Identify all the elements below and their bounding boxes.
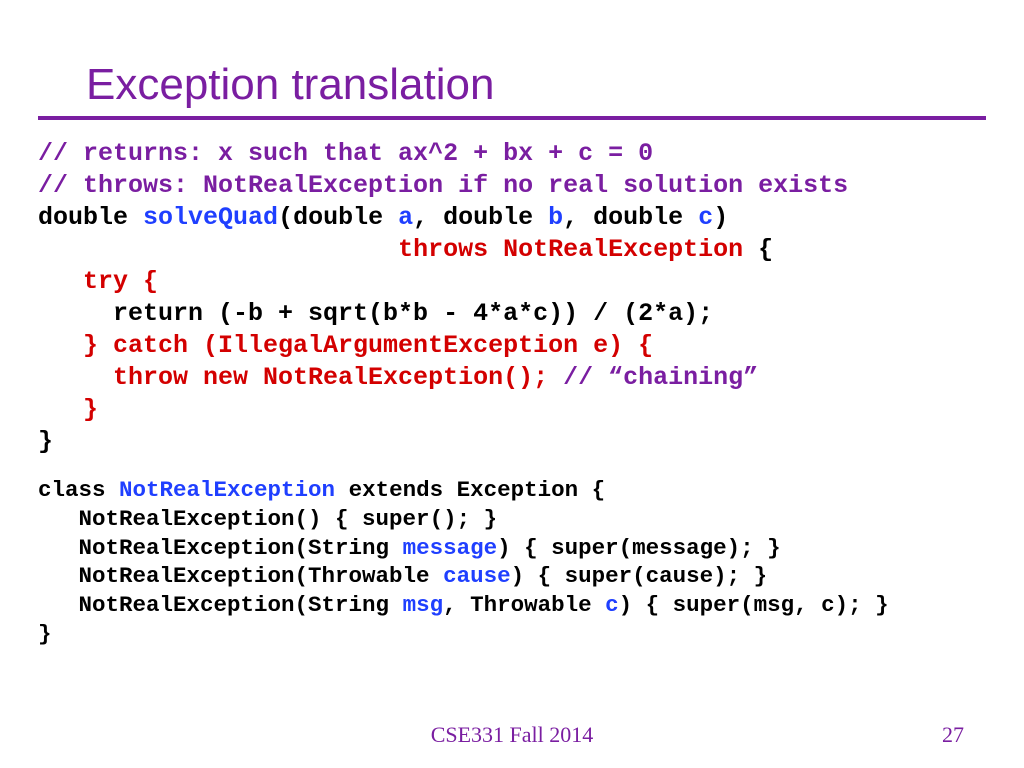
title-divider [38, 116, 986, 120]
slide: Exception translation // returns: x such… [0, 0, 1024, 768]
code-brace: } [38, 395, 98, 424]
code-ctor-3c: ) { super(msg, c); } [619, 592, 889, 618]
code-param-cause: cause [443, 563, 511, 589]
code-ctor-3a: NotRealException(String [38, 592, 403, 618]
code-text: extends Exception { [335, 477, 605, 503]
code-text: , double [413, 203, 548, 232]
page-number: 27 [942, 722, 964, 748]
code-brace-close: } [38, 427, 53, 456]
code-classname: NotRealException [119, 477, 335, 503]
footer-text: CSE331 Fall 2014 [0, 722, 1024, 748]
code-block-class: class NotRealException extends Exception… [38, 476, 986, 649]
code-fn-solvequad: solveQuad [143, 203, 278, 232]
code-throw-new: throw new NotRealException(); [38, 363, 548, 392]
code-param-c: c [698, 203, 713, 232]
code-param-msg: msg [403, 592, 444, 618]
code-pad [38, 235, 398, 264]
code-block-main: // returns: x such that ax^2 + bx + c = … [38, 138, 986, 458]
code-param-a: a [398, 203, 413, 232]
code-text: (double [278, 203, 398, 232]
code-kw-double: double [38, 203, 143, 232]
code-try: try { [38, 267, 158, 296]
code-ctor-0: NotRealException() { super(); } [38, 506, 497, 532]
code-class-close: } [38, 621, 52, 647]
code-text: , double [563, 203, 698, 232]
code-catch: } catch (IllegalArgumentException e) { [38, 331, 653, 360]
code-comment-chaining: // “chaining” [548, 363, 758, 392]
code-param-c2: c [605, 592, 619, 618]
slide-title: Exception translation [86, 60, 986, 110]
code-return: return (-b + sqrt(b*b - 4*a*c)) / (2*a); [38, 299, 713, 328]
code-param-b: b [548, 203, 563, 232]
code-comment-throws: // throws: NotRealException if no real s… [38, 171, 848, 200]
code-comment-returns: // returns: x such that ax^2 + bx + c = … [38, 139, 653, 168]
code-text: ) [713, 203, 728, 232]
code-ctor-1a: NotRealException(String [38, 535, 403, 561]
code-ctor-3b: , Throwable [443, 592, 605, 618]
code-ctor-2b: ) { super(cause); } [511, 563, 768, 589]
code-text: { [743, 235, 773, 264]
code-ctor-1b: ) { super(message); } [497, 535, 781, 561]
code-param-message: message [403, 535, 498, 561]
code-kw-class: class [38, 477, 119, 503]
code-throws: throws NotRealException [398, 235, 743, 264]
code-ctor-2a: NotRealException(Throwable [38, 563, 443, 589]
